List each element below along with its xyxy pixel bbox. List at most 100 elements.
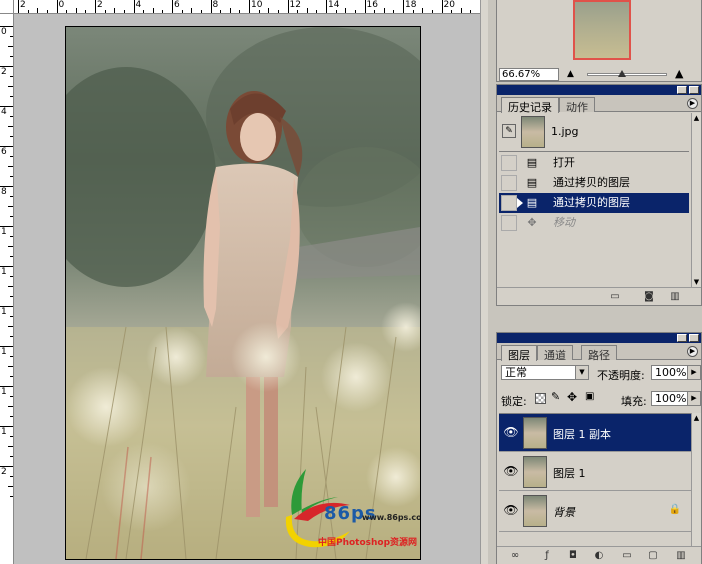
canvas-vertical-scrollbar[interactable] — [480, 0, 488, 564]
layer-name: 图层 1 — [553, 467, 586, 480]
lock-position-icon[interactable]: ✥ — [567, 390, 577, 404]
scroll-down-icon[interactable]: ▼ — [692, 277, 701, 287]
scroll-up-icon[interactable]: ▲ — [692, 413, 701, 423]
history-snapshot[interactable]: ✎ 1.jpg — [499, 115, 689, 149]
panel-menu-icon[interactable]: ▶ — [687, 98, 698, 109]
history-checkbox[interactable] — [501, 215, 517, 231]
ruler-label: 2 — [1, 67, 7, 77]
eye-icon[interactable]: 👁 — [503, 425, 519, 439]
layer-item-layer1-copy[interactable]: 👁 图层 1 副本 — [499, 414, 693, 452]
chevron-right-icon[interactable]: ▶ — [687, 392, 700, 405]
new-document-from-state-icon[interactable]: ▭ — [609, 291, 621, 303]
vertical-ruler[interactable]: 0 2 4 6 8 1 1 1 1 1 1 2 — [0, 14, 14, 564]
zoom-out-icon[interactable]: ▲ — [567, 69, 574, 79]
zoom-in-icon[interactable]: ▲ — [675, 67, 683, 80]
document-canvas-area[interactable]: 86ps www.86ps.com 中国Photoshop资源网 — [14, 14, 480, 564]
tab-paths[interactable]: 路径 — [581, 345, 617, 362]
layers-bottom-bar: ∞ ƒ ◘ ◐ ▭ ▢ ▥ — [497, 546, 701, 564]
document-icon: ▤ — [526, 156, 538, 169]
ruler-label: 1 — [1, 427, 7, 437]
history-item-label: 打开 — [553, 156, 575, 169]
ruler-label: 8 — [1, 187, 7, 197]
ruler-label: 10 — [251, 0, 263, 10]
ruler-label: 0 — [58, 0, 65, 10]
document-image[interactable]: 86ps www.86ps.com 中国Photoshop资源网 — [65, 26, 421, 560]
ruler-label: 4 — [135, 0, 142, 10]
adjustment-layer-icon[interactable]: ◐ — [593, 550, 605, 562]
lock-label: 锁定: — [501, 395, 527, 408]
history-item-move[interactable]: ✥ 移动 — [499, 213, 689, 233]
ruler-tick — [172, 0, 173, 13]
snapshot-thumbnail — [521, 116, 545, 148]
document-icon: ▤ — [526, 196, 538, 209]
chevron-down-icon[interactable]: ▼ — [575, 366, 588, 379]
history-checkbox[interactable] — [501, 155, 517, 171]
history-divider — [499, 151, 689, 152]
snapshot-brush-icon[interactable]: ✎ — [502, 124, 516, 138]
new-layer-icon[interactable]: ▢ — [647, 550, 659, 562]
tab-actions[interactable]: 动作 — [559, 97, 595, 114]
scroll-up-icon[interactable]: ▲ — [692, 113, 701, 123]
fill-field[interactable]: 100% ▶ — [651, 391, 701, 406]
navigator-thumbnail[interactable] — [573, 0, 631, 60]
zoom-slider-thumb[interactable] — [618, 70, 626, 77]
ruler-label: 18 — [405, 0, 417, 10]
history-panel: 历史记录 动作 ▶ ✎ 1.jpg ▤ 打开 ▤ 通过拷贝的图层 ▤ 通过拷贝的… — [496, 84, 702, 306]
horizontal-ruler[interactable]: 2 0 2 4 6 8 10 12 14 16 18 20 — [14, 0, 480, 14]
navigator-panel: 66.67% ▲ ▲ — [496, 0, 702, 82]
lock-image-icon[interactable]: ✎ — [551, 390, 560, 403]
panel-menu-icon[interactable]: ▶ — [687, 346, 698, 357]
blend-mode-select[interactable]: 正常 ▼ — [501, 365, 589, 380]
history-item-label: 通过拷贝的图层 — [553, 196, 630, 209]
ruler-tick — [95, 0, 96, 13]
lock-all-icon[interactable]: ▣ — [585, 391, 594, 402]
tab-channels[interactable]: 通道 — [537, 345, 573, 362]
zoom-field[interactable]: 66.67% — [499, 68, 559, 81]
layer-item-layer1[interactable]: 👁 图层 1 — [499, 453, 693, 491]
ruler-label: 1 — [1, 347, 7, 357]
trash-icon[interactable]: ▥ — [675, 550, 687, 562]
move-icon: ✥ — [527, 216, 537, 229]
ruler-label: 2 — [97, 0, 103, 10]
layers-titlebar[interactable] — [497, 333, 701, 343]
layer-mask-icon[interactable]: ◘ — [567, 550, 579, 562]
ruler-tick — [249, 0, 250, 13]
watermark-site: www.86ps.com — [362, 513, 420, 522]
close-button[interactable] — [689, 86, 699, 94]
ruler-label: 1 — [1, 307, 7, 317]
chevron-right-icon[interactable]: ▶ — [687, 366, 700, 379]
close-button[interactable] — [689, 334, 699, 342]
history-titlebar[interactable] — [497, 85, 701, 95]
eye-icon[interactable]: 👁 — [503, 503, 519, 517]
layers-scrollbar[interactable]: ▲ — [691, 413, 701, 547]
layers-list: 👁 图层 1 副本 👁 图层 1 👁 背景 🔒 — [499, 413, 693, 545]
minimize-button[interactable] — [677, 334, 687, 342]
ruler-tick — [56, 0, 58, 13]
layer-name: 图层 1 副本 — [553, 428, 611, 441]
lock-transparent-icon[interactable] — [535, 393, 546, 404]
photoshop-window: 2 0 2 4 6 8 10 12 14 16 18 20 024681111112 — [0, 0, 702, 564]
new-snapshot-icon[interactable]: ◙ — [643, 291, 655, 303]
history-checkbox[interactable] — [501, 175, 517, 191]
tab-layers[interactable]: 图层 — [501, 345, 537, 362]
layer-item-background[interactable]: 👁 背景 🔒 — [499, 492, 693, 532]
layer-style-icon[interactable]: ƒ — [541, 550, 553, 562]
history-item-layer-via-copy-selected[interactable]: ▤ 通过拷贝的图层 — [499, 193, 689, 213]
eye-icon[interactable]: 👁 — [503, 464, 519, 478]
history-item-open[interactable]: ▤ 打开 — [499, 153, 689, 173]
trash-icon[interactable]: ▥ — [669, 291, 681, 303]
opacity-field[interactable]: 100% ▶ — [651, 365, 701, 380]
ruler-label: 20 — [443, 0, 455, 10]
ruler-tick — [403, 0, 404, 13]
link-layers-icon[interactable]: ∞ — [509, 550, 521, 562]
history-item-layer-via-copy[interactable]: ▤ 通过拷贝的图层 — [499, 173, 689, 193]
ruler-origin[interactable] — [0, 0, 14, 14]
tab-history[interactable]: 历史记录 — [501, 97, 559, 114]
zoom-slider[interactable] — [587, 70, 667, 77]
minimize-button[interactable] — [677, 86, 687, 94]
new-group-icon[interactable]: ▭ — [621, 550, 633, 562]
history-checkbox[interactable] — [501, 195, 517, 211]
ruler-label: 12 — [289, 0, 301, 10]
snapshot-label: 1.jpg — [551, 125, 579, 138]
history-scrollbar[interactable]: ▲ ▼ — [691, 113, 701, 287]
